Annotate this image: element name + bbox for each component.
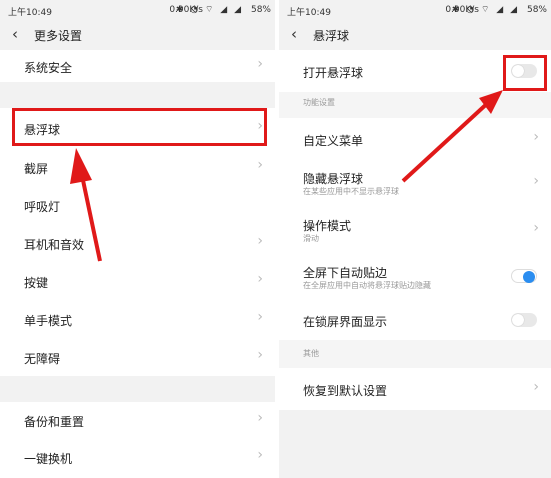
page-header: ‹ 更多设置 [0,20,275,50]
hide-float-ball-row[interactable]: 隐藏悬浮球 在某些应用中不显示悬浮球 › [279,160,551,206]
menu-item-headphones-sound[interactable]: 耳机和音效 › [0,224,275,262]
status-bar: 上午10:49 0.00K/s ✱ ◔ ⌔ ◢ ◢ 58% [279,0,551,20]
hide-float-ball-label: 隐藏悬浮球 [303,172,364,186]
highlight-box [12,108,267,146]
page-header: ‹ 悬浮球 [279,20,551,50]
menu-item-backup-reset[interactable]: 备份和重置 › [0,402,275,438]
menu-item-label: 备份和重置 [24,415,85,429]
section-header-function: 功能设置 [279,92,551,118]
fullscreen-auto-edge-row[interactable]: 全屏下自动贴边 在全屏应用中自动将悬浮球贴边隐藏 [279,254,551,300]
fullscreen-auto-edge-desc: 在全屏应用中自动将悬浮球贴边隐藏 [303,281,431,290]
menu-item-buttons[interactable]: 按键 › [0,262,275,300]
lockscreen-show-row[interactable]: 在锁屏界面显示 [279,300,551,340]
section-gap [0,82,275,108]
operation-mode-value: 滑动 [303,234,319,243]
chevron-right-icon: › [533,220,539,236]
operation-mode-row[interactable]: 操作模式 滑动 › [279,206,551,254]
status-battery: 58% [526,5,547,15]
back-icon[interactable]: ‹ [291,25,297,43]
more-settings-screen: 上午10:49 0.00K/s ✱ ◔ ⌔ ◢ ◢ 58% ‹ 更多设置 系统安… [0,0,275,478]
open-float-ball-label: 打开悬浮球 [303,66,364,80]
fullscreen-auto-edge-toggle[interactable] [511,269,537,283]
page-title: 更多设置 [34,29,83,43]
custom-menu-label: 自定义菜单 [303,134,364,148]
lockscreen-show-label: 在锁屏界面显示 [303,315,388,329]
status-bar: 上午10:49 0.00K/s ✱ ◔ ⌔ ◢ ◢ 58% [0,0,275,20]
chevron-right-icon: › [257,447,263,463]
chevron-right-icon: › [257,233,263,249]
menu-item-label: 呼吸灯 [24,200,61,214]
menu-item-label: 系统安全 [24,61,73,75]
section-header-other: 其他 [279,340,551,368]
menu-item-one-hand-mode[interactable]: 单手模式 › [0,300,275,338]
hide-float-ball-desc: 在某些应用中不显示悬浮球 [303,187,399,196]
menu-item-breathing-light[interactable]: 呼吸灯 [0,186,275,224]
back-icon[interactable]: ‹ [12,25,18,43]
menu-item-label: 单手模式 [24,314,73,328]
section-label: 功能设置 [303,98,335,107]
status-time: 上午10:49 [8,8,52,18]
fullscreen-auto-edge-label: 全屏下自动贴边 [303,266,388,280]
status-icons: ✱ ◔ ⌔ ◢ ◢ [175,5,243,15]
chevron-right-icon: › [257,271,263,287]
custom-menu-row[interactable]: 自定义菜单 › [279,118,551,160]
chevron-right-icon: › [533,379,539,395]
menu-item-system-security[interactable]: 系统安全 › [0,50,275,82]
highlight-box [503,55,547,91]
chevron-right-icon: › [257,347,263,363]
menu-item-accessibility[interactable]: 无障碍 › [0,338,275,376]
menu-item-label: 截屏 [24,162,49,176]
status-battery: 58% [250,5,271,15]
restore-default-label: 恢复到默认设置 [303,384,388,398]
section-label: 其他 [303,349,319,358]
bottom-area [279,410,551,478]
operation-mode-label: 操作模式 [303,219,352,233]
chevron-right-icon: › [257,309,263,325]
chevron-right-icon: › [257,56,263,72]
chevron-right-icon: › [257,157,263,173]
menu-item-label: 无障碍 [24,352,61,366]
menu-item-label: 一键换机 [24,452,73,466]
menu-item-label: 按键 [24,276,49,290]
status-time: 上午10:49 [287,8,331,18]
status-icons: ✱ ◔ ⌔ ◢ ◢ [451,5,519,15]
chevron-right-icon: › [533,129,539,145]
page-title: 悬浮球 [313,29,350,43]
section-gap [0,376,275,402]
menu-item-label: 耳机和音效 [24,238,85,252]
chevron-right-icon: › [533,173,539,189]
lockscreen-show-toggle[interactable] [511,313,537,327]
restore-default-row[interactable]: 恢复到默认设置 › [279,368,551,410]
menu-item-screenshot[interactable]: 截屏 › [0,148,275,186]
chevron-right-icon: › [257,410,263,426]
float-ball-settings-screen: 上午10:49 0.00K/s ✱ ◔ ⌔ ◢ ◢ 58% ‹ 悬浮球 打开悬浮… [279,0,551,478]
menu-item-phone-migration[interactable]: 一键换机 › [0,438,275,478]
